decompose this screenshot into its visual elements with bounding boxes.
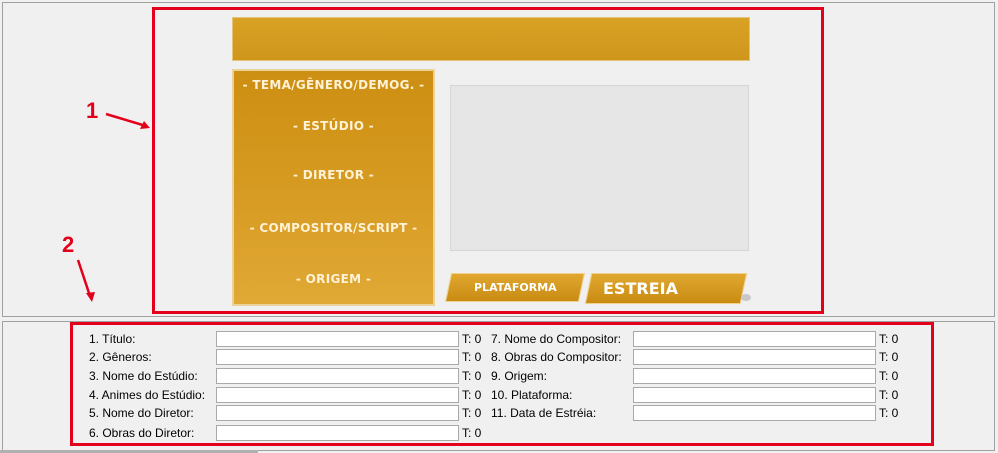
form-row-obras-diretor: 6. Obras do Diretor: T: 0 (89, 424, 481, 442)
char-count: T: 0 (879, 332, 899, 346)
obras-diretor-input[interactable] (216, 425, 459, 441)
titulo-input[interactable] (216, 331, 459, 347)
obras-compositor-input[interactable] (633, 349, 876, 365)
form-row-nome-compositor: 7. Nome do Compositor: T: 0 (491, 330, 898, 348)
menu-item-diretor[interactable]: - DIRETOR - (234, 168, 433, 182)
form-row-nome-diretor: 5. Nome do Diretor: T: 0 (89, 404, 481, 422)
char-count: T: 0 (879, 406, 899, 420)
field-label: 2. Gêneros: (89, 350, 152, 364)
data-estreia-input[interactable] (633, 405, 876, 421)
form-row-titulo: 1. Título: T: 0 (89, 330, 481, 348)
char-count: T: 0 (462, 426, 482, 440)
field-label: 3. Nome do Estúdio: (89, 369, 198, 383)
form-row-nome-estudio: 3. Nome do Estúdio: T: 0 (89, 367, 481, 385)
field-label: 1. Título: (89, 332, 136, 346)
nome-compositor-input[interactable] (633, 331, 876, 347)
header-banner (232, 17, 750, 61)
generos-input[interactable] (216, 349, 459, 365)
annotation-label-2: 2 (62, 232, 75, 257)
char-count: T: 0 (462, 350, 482, 364)
field-label: 8. Obras do Compositor: (491, 350, 622, 364)
field-label: 5. Nome do Diretor: (89, 406, 194, 420)
annotation-arrow-2-icon (76, 259, 95, 302)
animes-estudio-input[interactable] (216, 387, 459, 403)
menu-item-origem[interactable]: - ORIGEM - (234, 272, 433, 286)
field-label: 9. Origem: (491, 369, 548, 383)
menu-item-compositor[interactable]: - COMPOSITOR/SCRIPT - (234, 221, 433, 235)
annotation-label-1: 1 (86, 98, 99, 123)
field-label: 10. Plataforma: (491, 388, 573, 402)
field-label: 4. Animes do Estúdio: (89, 388, 206, 402)
menu-item-estudio[interactable]: - ESTÚDIO - (234, 119, 433, 133)
char-count: T: 0 (879, 369, 899, 383)
nome-diretor-input[interactable] (216, 405, 459, 421)
char-count: T: 0 (879, 350, 899, 364)
form-row-generos: 2. Gêneros: T: 0 (89, 348, 481, 366)
form-row-obras-compositor: 8. Obras do Compositor: T: 0 (491, 348, 898, 366)
premiere-tag: ESTREIA (584, 273, 748, 304)
char-count: T: 0 (879, 388, 899, 402)
char-count: T: 0 (462, 388, 482, 402)
annotation-arrow-1-icon (105, 112, 150, 129)
char-count: T: 0 (462, 369, 482, 383)
form-row-plataforma: 10. Plataforma: T: 0 (491, 386, 898, 404)
info-menu: - TEMA/GÊNERO/DEMOG. - - ESTÚDIO - - DIR… (232, 69, 435, 306)
form-row-animes-estudio: 4. Animes do Estúdio: T: 0 (89, 386, 481, 404)
char-count: T: 0 (462, 406, 482, 420)
eye-icon (741, 294, 751, 301)
char-count: T: 0 (462, 332, 482, 346)
premiere-tag-label: ESTREIA (603, 279, 678, 298)
field-label: 7. Nome do Compositor: (491, 332, 622, 346)
platform-tag-label: PLATAFORMA (473, 281, 557, 294)
plataforma-input[interactable] (633, 387, 876, 403)
menu-item-tema[interactable]: - TEMA/GÊNERO/DEMOG. - (234, 78, 433, 92)
platform-tag: PLATAFORMA (444, 273, 586, 302)
form-row-data-estreia: 11. Data de Estréia: T: 0 (491, 404, 898, 422)
nome-estudio-input[interactable] (216, 368, 459, 384)
origem-input[interactable] (633, 368, 876, 384)
field-label: 6. Obras do Diretor: (89, 426, 195, 440)
cover-image-placeholder (450, 85, 749, 251)
form-row-origem: 9. Origem: T: 0 (491, 367, 898, 385)
field-label: 11. Data de Estréia: (491, 406, 597, 420)
